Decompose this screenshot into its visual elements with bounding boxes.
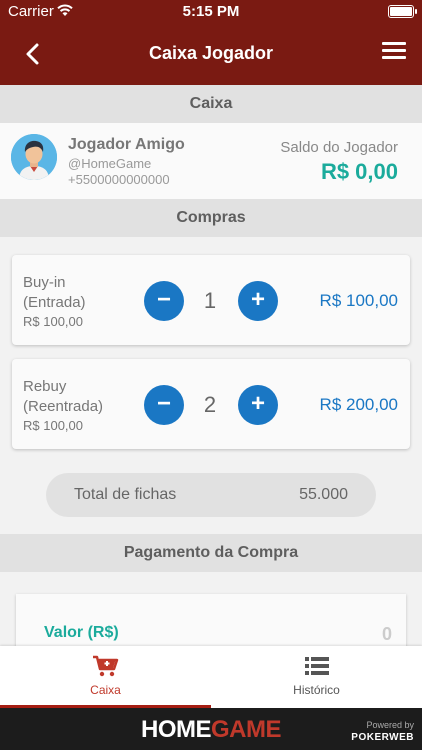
pokerweb-logo: POKERWEB xyxy=(351,732,414,743)
buyin-total: R$ 100,00 xyxy=(319,291,398,310)
rebuy-decrement-button[interactable]: − xyxy=(144,385,184,425)
rebuy-increment-button[interactable]: + xyxy=(238,385,278,425)
buyin-decrement-button[interactable]: − xyxy=(144,281,184,321)
avatar xyxy=(11,134,57,180)
clock: 5:15 PM xyxy=(182,3,240,20)
page-title: Caixa Jogador xyxy=(148,43,274,63)
buyin-label: Buy-in xyxy=(23,274,66,291)
rebuy-sublabel: (Reentrada) xyxy=(23,398,104,415)
section-header-pagamento: Pagamento da Compra xyxy=(0,534,422,572)
tab-historico-label: Histórico xyxy=(293,683,340,697)
buyin-quantity: 1 xyxy=(203,288,217,313)
nav-bar: Caixa Jogador xyxy=(0,24,422,85)
section-header-compras: Compras xyxy=(0,199,422,237)
balance-label: Saldo do Jogador xyxy=(280,139,398,156)
logo-game-text: GAME xyxy=(211,716,282,743)
section-header-caixa: Caixa xyxy=(0,85,422,123)
battery-icon xyxy=(388,5,417,18)
status-bar: Carrier 5:15 PM xyxy=(0,0,422,24)
player-info: Jogador Amigo @HomeGame +5500000000000 S… xyxy=(0,123,422,199)
rebuy-total: R$ 200,00 xyxy=(319,395,398,414)
player-name: Jogador Amigo xyxy=(68,136,185,153)
list-icon xyxy=(305,657,329,675)
player-handle: @HomeGame xyxy=(68,156,152,171)
total-chips-label: Total de fichas xyxy=(74,486,177,503)
buyin-unit-price: R$ 100,00 xyxy=(23,314,83,329)
player-avatar-icon xyxy=(11,134,57,180)
powered-by-label: Powered by xyxy=(366,720,414,730)
payment-value-label: Valor (R$) xyxy=(44,624,119,641)
balance-value: R$ 0,00 xyxy=(320,159,398,184)
buyin-increment-button[interactable]: + xyxy=(238,281,278,321)
buyin-sublabel: (Entrada) xyxy=(23,294,86,311)
buyin-card: Buy-in (Entrada) R$ 100,00 − 1 + R$ 100,… xyxy=(12,255,410,345)
tab-caixa[interactable]: Caixa xyxy=(0,646,211,708)
rebuy-quantity: 2 xyxy=(203,392,217,417)
total-chips-pill: Total de fichas 55.000 xyxy=(46,473,376,517)
payment-value-field[interactable]: 0 xyxy=(382,624,392,645)
brand-footer: HOMEGAME Powered by POKERWEB xyxy=(0,708,422,750)
player-phone: +5500000000000 xyxy=(68,172,170,187)
payment-card: Valor (R$) 0 xyxy=(16,594,406,654)
rebuy-label: Rebuy xyxy=(23,378,67,395)
tab-caixa-label: Caixa xyxy=(90,683,121,697)
total-chips-value: 55.000 xyxy=(299,486,348,503)
logo-home-text: HOME xyxy=(141,716,212,743)
hamburger-menu-icon[interactable] xyxy=(382,42,406,66)
cart-plus-icon xyxy=(93,655,119,677)
tab-historico[interactable]: Histórico xyxy=(211,646,422,708)
rebuy-unit-price: R$ 100,00 xyxy=(23,418,83,433)
tab-bar: Caixa Histórico xyxy=(0,646,422,708)
rebuy-card: Rebuy (Reentrada) R$ 100,00 − 2 + R$ 200… xyxy=(12,359,410,449)
